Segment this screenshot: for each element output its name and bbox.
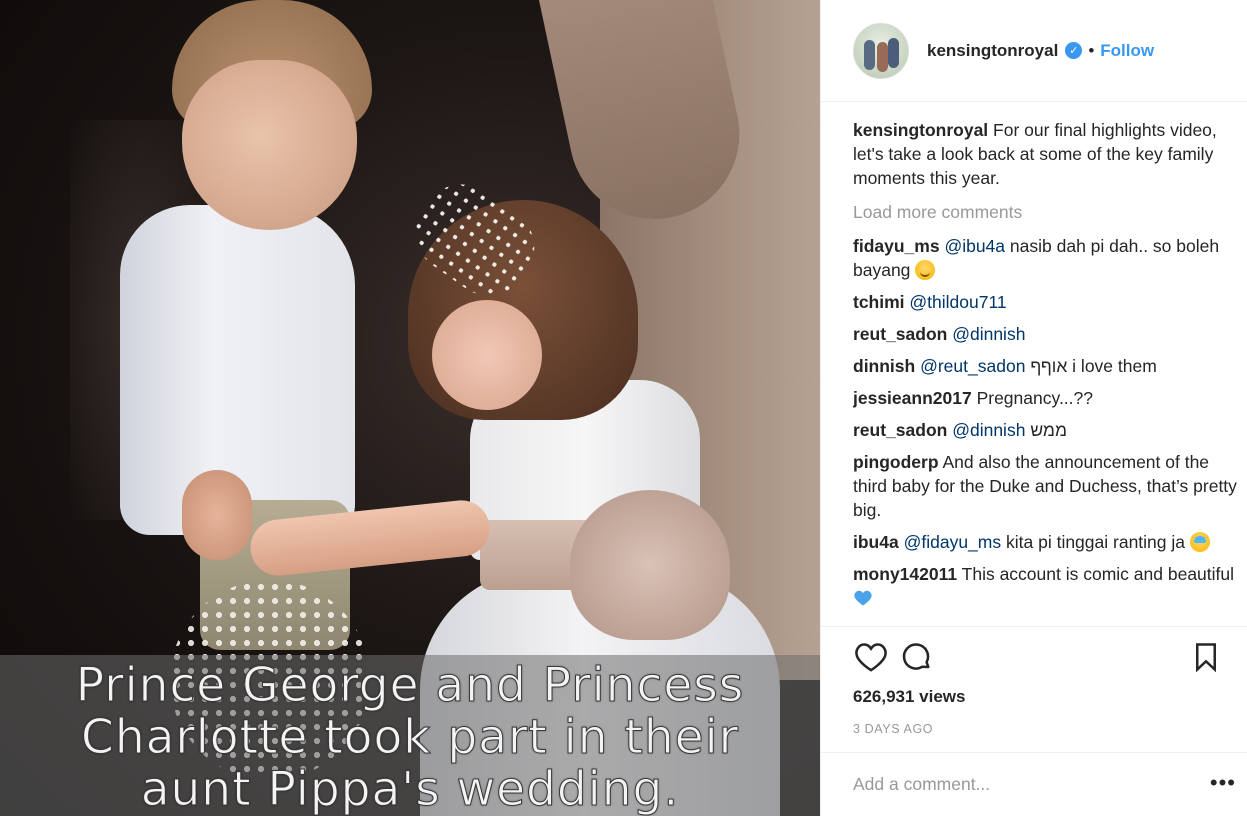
girl-bow <box>570 490 730 640</box>
boy-hand <box>182 470 252 560</box>
heart-icon <box>855 643 887 672</box>
comment-mention[interactable]: @ibu4a <box>944 236 1005 256</box>
comment-username[interactable]: pingoderp <box>853 452 939 472</box>
comment-icon <box>902 643 930 670</box>
comment-item: fidayu_ms @ibu4a nasib dah pi dah.. so b… <box>853 234 1238 282</box>
comment-item: tchimi @thildou711 <box>853 290 1238 314</box>
comment-text: Pregnancy...?? <box>976 388 1093 408</box>
header-separator: • <box>1088 40 1095 60</box>
comments-list[interactable]: kensingtonroyal For our final highlights… <box>853 118 1238 626</box>
video-caption-line: Prince George and Princess <box>75 658 745 713</box>
comment-text: אוףף i love them <box>1030 356 1157 376</box>
post-actions: 626,931 views 3 DAYS AGO <box>821 626 1247 736</box>
comment-button[interactable] <box>899 639 935 675</box>
post-video[interactable]: Prince George and Princess Charlotte too… <box>0 0 820 816</box>
caption-username[interactable]: kensingtonroyal <box>853 120 988 140</box>
save-button[interactable] <box>1188 639 1224 675</box>
girl-face <box>432 300 542 410</box>
post-timestamp[interactable]: 3 DAYS AGO <box>853 722 933 736</box>
video-caption-text: Prince George and Princess Charlotte too… <box>30 658 790 816</box>
instagram-post: Prince George and Princess Charlotte too… <box>0 0 1247 816</box>
add-comment-bar: ••• <box>821 752 1247 816</box>
like-button[interactable] <box>853 639 889 675</box>
load-more-comments-button[interactable]: Load more comments <box>853 200 1238 224</box>
action-buttons <box>821 627 1247 687</box>
comment-username[interactable]: jessieann2017 <box>853 388 972 408</box>
bookmark-icon <box>1196 643 1216 672</box>
comment-item: pingoderp And also the announcement of t… <box>853 450 1238 522</box>
video-caption-line: aunt Pippa's wedding. <box>140 762 680 816</box>
comment-item: reut_sadon @dinnish <box>853 322 1238 346</box>
comment-input[interactable] <box>853 774 1183 795</box>
sweat-smile-emoji-icon <box>1189 532 1210 552</box>
follow-button[interactable]: Follow <box>1100 41 1154 61</box>
avatar[interactable] <box>853 22 909 79</box>
comment-username[interactable]: tchimi <box>853 292 905 312</box>
boy-face <box>182 60 357 230</box>
smiling-face-emoji-icon <box>915 260 936 280</box>
comment-username[interactable]: reut_sadon <box>853 324 947 344</box>
comment-username[interactable]: dinnish <box>853 356 915 376</box>
comment-text: kita pi tinggai ranting ja <box>1006 532 1185 552</box>
comment-item: reut_sadon @dinnish ממש <box>853 418 1238 442</box>
blue-heart-emoji-icon <box>853 588 873 608</box>
view-count[interactable]: 626,931 views <box>853 687 965 707</box>
comment-item: ibu4a @fidayu_ms kita pi tinggai ranting… <box>853 530 1238 554</box>
comment-mention[interactable]: @dinnish <box>952 324 1025 344</box>
comment-text: This account is comic and beautiful <box>961 564 1235 584</box>
post-side-panel: kensingtonroyal ✓ • Follow kensingtonroy… <box>820 0 1247 816</box>
comment-text: ממש <box>1030 420 1067 440</box>
comment-mention[interactable]: @fidayu_ms <box>904 532 1002 552</box>
header-username[interactable]: kensingtonroyal <box>927 41 1058 61</box>
comment-mention[interactable]: @dinnish <box>952 420 1025 440</box>
post-header: kensingtonroyal ✓ • Follow <box>821 0 1247 102</box>
comment-item: dinnish @reut_sadon אוףף i love them <box>853 354 1238 378</box>
comment-item: mony142011 This account is comic and bea… <box>853 562 1238 610</box>
comment-username[interactable]: ibu4a <box>853 532 899 552</box>
comment-username[interactable]: mony142011 <box>853 564 957 584</box>
more-options-icon[interactable]: ••• <box>1210 772 1236 794</box>
verified-badge-icon: ✓ <box>1065 42 1083 59</box>
post-caption: kensingtonroyal For our final highlights… <box>853 118 1238 190</box>
comment-username[interactable]: reut_sadon <box>853 420 947 440</box>
comment-mention[interactable]: @thildou711 <box>909 292 1006 312</box>
comment-item: jessieann2017 Pregnancy...?? <box>853 386 1238 410</box>
comment-mention[interactable]: @reut_sadon <box>920 356 1025 376</box>
video-caption-line: Charlotte took part in their <box>81 710 739 765</box>
comment-username[interactable]: fidayu_ms <box>853 236 940 256</box>
